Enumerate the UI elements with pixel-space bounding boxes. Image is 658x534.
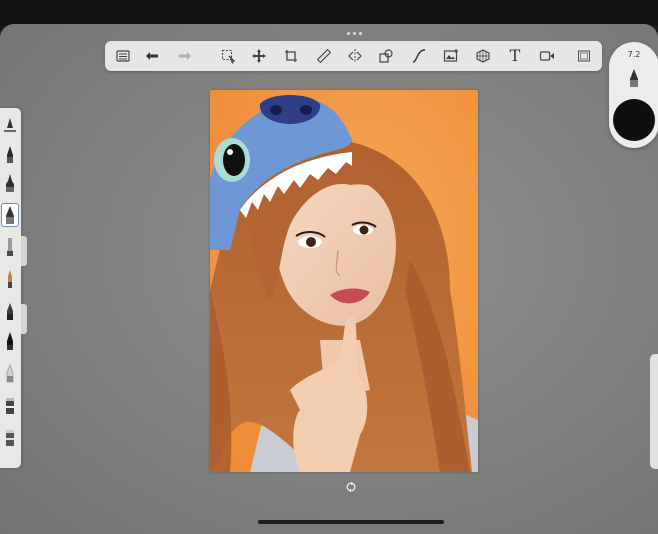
drawing-canvas[interactable] bbox=[210, 90, 478, 472]
device-bezel bbox=[0, 0, 658, 26]
image-icon[interactable] bbox=[441, 46, 461, 66]
brush-library-panel bbox=[0, 108, 21, 468]
app-screen: T 7.2 bbox=[0, 24, 658, 534]
gallery-icon[interactable] bbox=[113, 46, 133, 66]
brush-size-slider-icon[interactable] bbox=[2, 114, 18, 136]
crop-icon[interactable] bbox=[281, 46, 301, 66]
video-icon[interactable] bbox=[537, 46, 557, 66]
brush-panel-tab-top[interactable] bbox=[21, 236, 27, 266]
soft-eraser-brush-icon[interactable] bbox=[2, 362, 18, 384]
transform-icon[interactable] bbox=[249, 46, 269, 66]
flat-brush-icon[interactable] bbox=[2, 394, 18, 416]
curve-icon[interactable] bbox=[409, 46, 429, 66]
ruler-icon[interactable] bbox=[314, 46, 334, 66]
current-brush-icon[interactable] bbox=[626, 67, 642, 89]
text-tool-label: T bbox=[509, 46, 521, 65]
airbrush-brush-icon[interactable] bbox=[1, 203, 19, 227]
artwork bbox=[210, 90, 478, 472]
top-toolbar: T bbox=[105, 41, 602, 71]
undo-icon[interactable] bbox=[142, 46, 162, 66]
perspective-icon[interactable] bbox=[473, 46, 493, 66]
blender-brush-icon[interactable] bbox=[2, 426, 18, 448]
rotate-canvas-icon[interactable] bbox=[344, 480, 358, 494]
pencil-brush-icon[interactable] bbox=[2, 143, 18, 165]
brush-panel-tab-bottom[interactable] bbox=[21, 304, 27, 334]
brush-size-value: 7.2 bbox=[627, 50, 641, 59]
right-side-panel[interactable] bbox=[650, 354, 658, 469]
fine-pen-brush-icon[interactable] bbox=[2, 300, 18, 322]
ink-pen-brush-icon[interactable] bbox=[2, 172, 18, 194]
selection-icon[interactable] bbox=[218, 46, 238, 66]
redo-icon[interactable] bbox=[175, 46, 195, 66]
symmetry-icon[interactable] bbox=[345, 46, 365, 66]
marker-brush-icon[interactable] bbox=[2, 268, 18, 290]
multitask-handle[interactable] bbox=[347, 32, 362, 35]
layers-icon[interactable] bbox=[574, 46, 594, 66]
text-icon[interactable]: T bbox=[505, 46, 525, 66]
color-well[interactable] bbox=[613, 99, 655, 141]
home-indicator[interactable] bbox=[258, 520, 444, 524]
shapes-icon[interactable] bbox=[376, 46, 396, 66]
paint-brush-icon[interactable] bbox=[2, 236, 18, 258]
calligraphy-brush-icon[interactable] bbox=[2, 330, 18, 352]
brush-puck: 7.2 bbox=[609, 42, 658, 148]
